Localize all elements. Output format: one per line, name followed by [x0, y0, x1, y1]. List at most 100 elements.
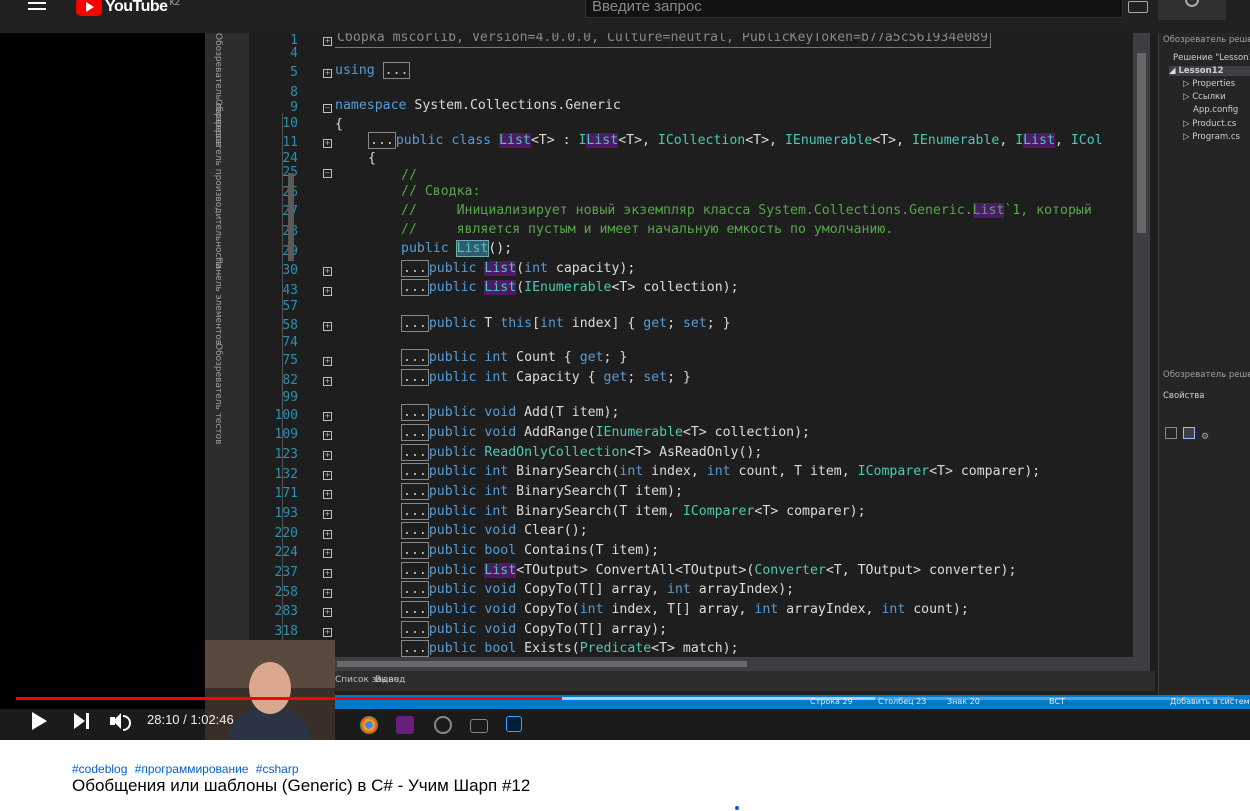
- line-number: 283: [274, 604, 298, 619]
- video-editor-icon[interactable]: [470, 719, 488, 733]
- fold-toggle-icon[interactable]: +: [323, 287, 332, 296]
- fold-toggle-icon[interactable]: +: [323, 322, 332, 331]
- project-node[interactable]: ◢ Lesson12: [1169, 66, 1250, 76]
- fold-guide: [282, 113, 283, 673]
- line-number: 9: [290, 100, 298, 115]
- code-line: ... public List(IEnumerable<T> collection…: [401, 279, 739, 296]
- tree-item-program[interactable]: ▷ Program.cs: [1183, 132, 1240, 142]
- hashtag-link[interactable]: #codeblog: [72, 762, 127, 776]
- code-line: public List();: [401, 240, 513, 257]
- code-line: ... public ReadOnlyCollection<T> AsReadOn…: [401, 444, 763, 461]
- fold-toggle-icon[interactable]: +: [323, 377, 332, 386]
- code-line: ... public void Add(T item);: [401, 404, 620, 421]
- fold-toggle-icon[interactable]: −: [323, 169, 332, 178]
- solution-node[interactable]: Решение "Lesson12": [1173, 53, 1250, 63]
- fold-toggle-icon[interactable]: +: [323, 490, 332, 499]
- ide-side-tabs: Обозреватель серверов Обозреватель произ…: [205, 33, 249, 707]
- fold-toggle-icon[interactable]: +: [323, 69, 332, 78]
- visual-studio-icon[interactable]: [396, 716, 414, 734]
- fold-toggle-icon[interactable]: +: [323, 530, 332, 539]
- play-button[interactable]: [32, 712, 47, 730]
- code-line: ... public int Count { get; }: [401, 349, 628, 366]
- line-number: 123: [274, 447, 298, 462]
- code-editor[interactable]: Сборка mscorlib, Version=4.0.0.0, Cultur…: [335, 33, 1135, 657]
- line-number: 224: [274, 545, 298, 560]
- youtube-logo[interactable]: YouTube KZ: [76, 0, 180, 18]
- hashtag-link[interactable]: #программирование: [135, 762, 249, 776]
- line-number: 10: [282, 116, 298, 131]
- code-line: // Инициализирует новый экземпляр класса…: [401, 203, 1092, 218]
- hashtag-link[interactable]: #csharp: [256, 762, 299, 776]
- solution-explorer-footer[interactable]: Обозреватель решений: [1163, 370, 1250, 380]
- solution-explorer: Обозреватель решений Решение "Lesson12" …: [1158, 33, 1250, 707]
- fold-toggle-icon[interactable]: +: [323, 628, 332, 637]
- code-line: ... public void AddRange(IEnumerable<T> c…: [401, 424, 810, 441]
- chrome-icon[interactable]: [360, 716, 378, 734]
- fold-toggle-icon[interactable]: +: [323, 569, 332, 578]
- fold-toggle-icon[interactable]: +: [323, 510, 332, 519]
- properties-toolbar: ⚙: [1165, 427, 1225, 442]
- fold-toggle-icon[interactable]: +: [323, 608, 332, 617]
- line-number: 109: [274, 427, 298, 442]
- next-button[interactable]: [74, 713, 90, 729]
- code-line: ... public void Clear();: [401, 522, 588, 539]
- fold-toggle-icon[interactable]: +: [323, 589, 332, 598]
- tree-item-label: Properties: [1192, 79, 1236, 89]
- fold-toggle-icon[interactable]: +: [323, 451, 332, 460]
- scroll-thumb[interactable]: [337, 661, 747, 667]
- code-line: using ...: [335, 62, 411, 79]
- volume-icon[interactable]: [110, 712, 132, 731]
- fold-toggle-icon[interactable]: +: [323, 412, 332, 421]
- line-number: 30: [282, 263, 298, 278]
- tree-item-references[interactable]: ▷ Ссылки: [1183, 92, 1226, 102]
- tree-item-appconfig[interactable]: App.config: [1193, 105, 1238, 115]
- indicator-dot: [735, 806, 739, 810]
- tab-performance-explorer: Обозреватель производительности: [213, 99, 223, 269]
- alphabetical-icon[interactable]: [1183, 427, 1195, 439]
- hashtags: #codeblog #программирование #csharp: [72, 762, 303, 776]
- line-number: 220: [274, 526, 298, 541]
- video-player[interactable]: Обозреватель серверов Обозреватель произ…: [0, 33, 1250, 740]
- fold-toggle-icon[interactable]: +: [323, 549, 332, 558]
- line-number: 43: [282, 283, 298, 298]
- progress-played: [16, 697, 562, 700]
- line-number: 237: [274, 565, 298, 580]
- code-line: ... public int BinarySearch(T item, IComp…: [401, 503, 866, 520]
- keyboard-icon[interactable]: [1128, 1, 1148, 13]
- menu-icon[interactable]: [28, 0, 52, 16]
- fold-toggle-icon[interactable]: +: [323, 471, 332, 480]
- fold-toggle-icon[interactable]: +: [323, 267, 332, 276]
- fold-toggle-icon[interactable]: +: [323, 431, 332, 440]
- wrench-icon[interactable]: ⚙: [1201, 432, 1211, 442]
- code-line: namespace System.Collections.Generic: [335, 98, 621, 113]
- code-line: {: [335, 117, 343, 132]
- tree-item-product[interactable]: ▷ Product.cs: [1183, 119, 1236, 129]
- tab-toolbox: Панель элементов: [213, 257, 223, 346]
- solution-explorer-header: Обозреватель решений: [1163, 35, 1250, 45]
- scroll-thumb[interactable]: [1137, 53, 1146, 233]
- time-display: 28:10 / 1:02:46: [147, 712, 234, 727]
- horizontal-scrollbar[interactable]: [335, 657, 1135, 671]
- line-number: 75: [282, 353, 298, 368]
- fold-toggle-icon[interactable]: +: [323, 357, 332, 366]
- line-number: 58: [282, 318, 298, 333]
- categorized-icon[interactable]: [1165, 427, 1177, 439]
- tab-output[interactable]: Вывод: [375, 675, 405, 685]
- code-line: ... public bool Contains(T item);: [401, 542, 660, 559]
- line-number: 193: [274, 506, 298, 521]
- fold-toggle-icon[interactable]: +: [323, 139, 332, 148]
- bottom-tool-tabs: Список задач Вывод: [335, 671, 1155, 691]
- line-number: 5: [290, 65, 298, 80]
- search-button[interactable]: [1158, 0, 1226, 20]
- masthead: YouTube KZ Введите запрос: [0, 0, 1250, 33]
- obs-icon[interactable]: [434, 716, 452, 734]
- fold-toggle-icon[interactable]: −: [323, 104, 332, 113]
- visual-studio-window: Обозреватель серверов Обозреватель произ…: [205, 33, 1250, 707]
- tree-item-properties[interactable]: ▷ Properties: [1183, 79, 1235, 89]
- vertical-scrollbar[interactable]: [1133, 33, 1150, 673]
- search-input[interactable]: Введите запрос: [585, 0, 1123, 18]
- project-label: Lesson12: [1178, 66, 1224, 76]
- progress-bar[interactable]: [16, 697, 1234, 700]
- photoshop-icon[interactable]: [506, 716, 522, 732]
- fold-toggle-icon[interactable]: +: [323, 37, 332, 46]
